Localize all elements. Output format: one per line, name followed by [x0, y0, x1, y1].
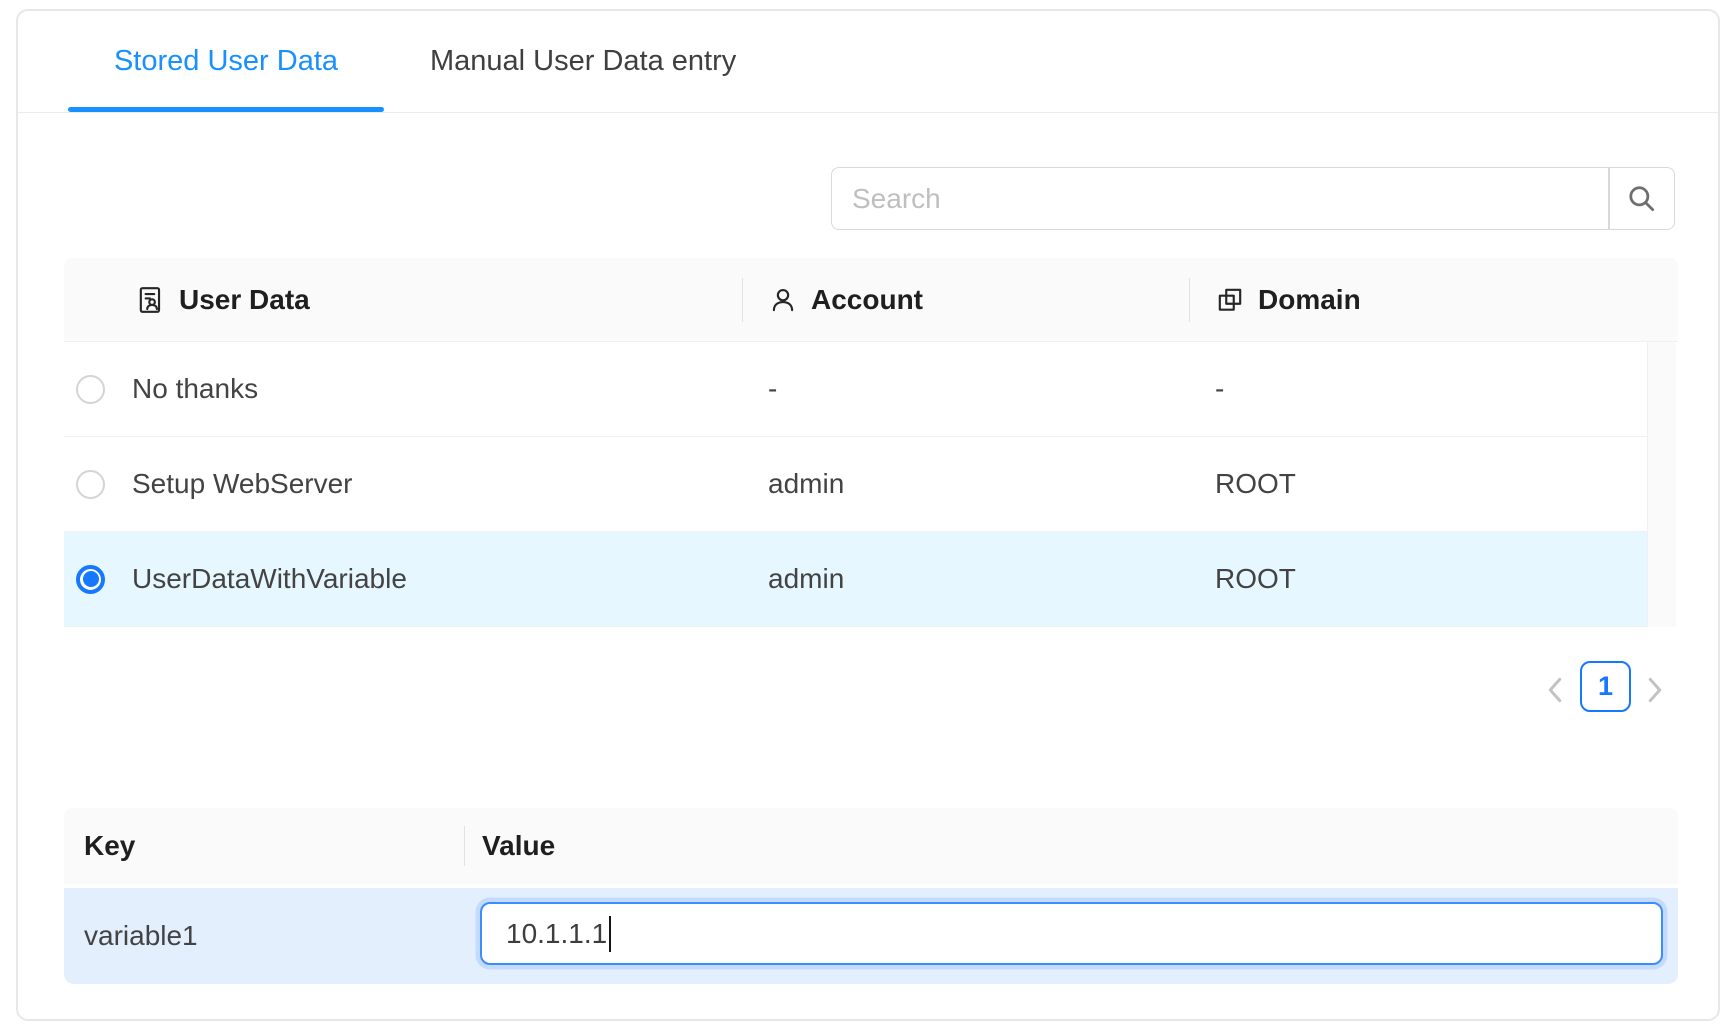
- cell-user-data: Setup WebServer: [132, 468, 353, 500]
- user-data-table: User Data Account Domain: [64, 258, 1678, 627]
- cell-user-data: UserDataWithVariable: [132, 563, 407, 595]
- table-header: User Data Account Domain: [64, 258, 1678, 342]
- radio-checked[interactable]: [76, 565, 105, 594]
- column-divider: [1189, 278, 1190, 322]
- table-scrollbar-track[interactable]: [1647, 342, 1676, 627]
- chevron-right-icon: [1647, 677, 1663, 703]
- table-row-no-thanks[interactable]: No thanks - -: [64, 342, 1647, 437]
- user-data-panel: Stored User Data Manual User Data entry: [16, 9, 1720, 1021]
- kv-table-row: variable1 10.1.1.1: [64, 888, 1678, 984]
- cell-account: -: [742, 342, 1189, 436]
- column-header-account: Account: [742, 258, 1189, 341]
- magnifier-icon: [1626, 183, 1658, 215]
- user-icon: [768, 285, 798, 315]
- key-value-table: Key Value variable1 10.1.1.1: [64, 808, 1678, 984]
- text-caret: [609, 916, 611, 952]
- chevron-left-icon: [1547, 677, 1563, 703]
- column-divider: [464, 826, 465, 866]
- profile-document-icon: [136, 285, 166, 315]
- cell-account: admin: [742, 532, 1189, 626]
- tabs-bar: Stored User Data Manual User Data entry: [18, 11, 1718, 113]
- column-header-value: Value: [464, 808, 555, 884]
- search-button[interactable]: [1609, 167, 1675, 230]
- tab-label: Manual User Data entry: [430, 45, 736, 78]
- pagination-page-1[interactable]: 1: [1580, 661, 1631, 712]
- table-row-userdatawithvariable[interactable]: UserDataWithVariable admin ROOT: [64, 532, 1647, 627]
- cell-domain: ROOT: [1189, 437, 1647, 531]
- tab-label: Stored User Data: [114, 45, 338, 78]
- kv-table-header: Key Value: [64, 808, 1678, 884]
- table-body: No thanks - - Setup WebServer admin ROOT…: [64, 342, 1647, 627]
- value-input[interactable]: 10.1.1.1: [480, 902, 1663, 965]
- radio-unchecked[interactable]: [76, 375, 105, 404]
- radio-unchecked[interactable]: [76, 470, 105, 499]
- cell-domain: -: [1189, 342, 1647, 436]
- cell-key: variable1: [64, 920, 464, 952]
- search-input[interactable]: [831, 167, 1609, 230]
- block-icon: [1215, 285, 1245, 315]
- column-header-key: Key: [64, 808, 464, 884]
- pagination-prev-button[interactable]: [1540, 668, 1570, 712]
- column-label: Account: [811, 284, 923, 316]
- tab-manual-user-data-entry[interactable]: Manual User Data entry: [430, 11, 736, 112]
- table-row-setup-webserver[interactable]: Setup WebServer admin ROOT: [64, 437, 1647, 532]
- column-header-user-data: User Data: [64, 258, 742, 341]
- value-input-text: 10.1.1.1: [506, 918, 607, 950]
- cell-domain: ROOT: [1189, 532, 1647, 626]
- column-label: Domain: [1258, 284, 1361, 316]
- column-divider: [742, 278, 743, 322]
- pagination-next-button[interactable]: [1640, 668, 1670, 712]
- page-number: 1: [1598, 671, 1613, 702]
- column-label: User Data: [179, 284, 310, 316]
- cell-user-data: No thanks: [132, 373, 258, 405]
- cell-account: admin: [742, 437, 1189, 531]
- tab-stored-user-data[interactable]: Stored User Data: [68, 11, 384, 112]
- column-header-domain: Domain: [1189, 258, 1678, 341]
